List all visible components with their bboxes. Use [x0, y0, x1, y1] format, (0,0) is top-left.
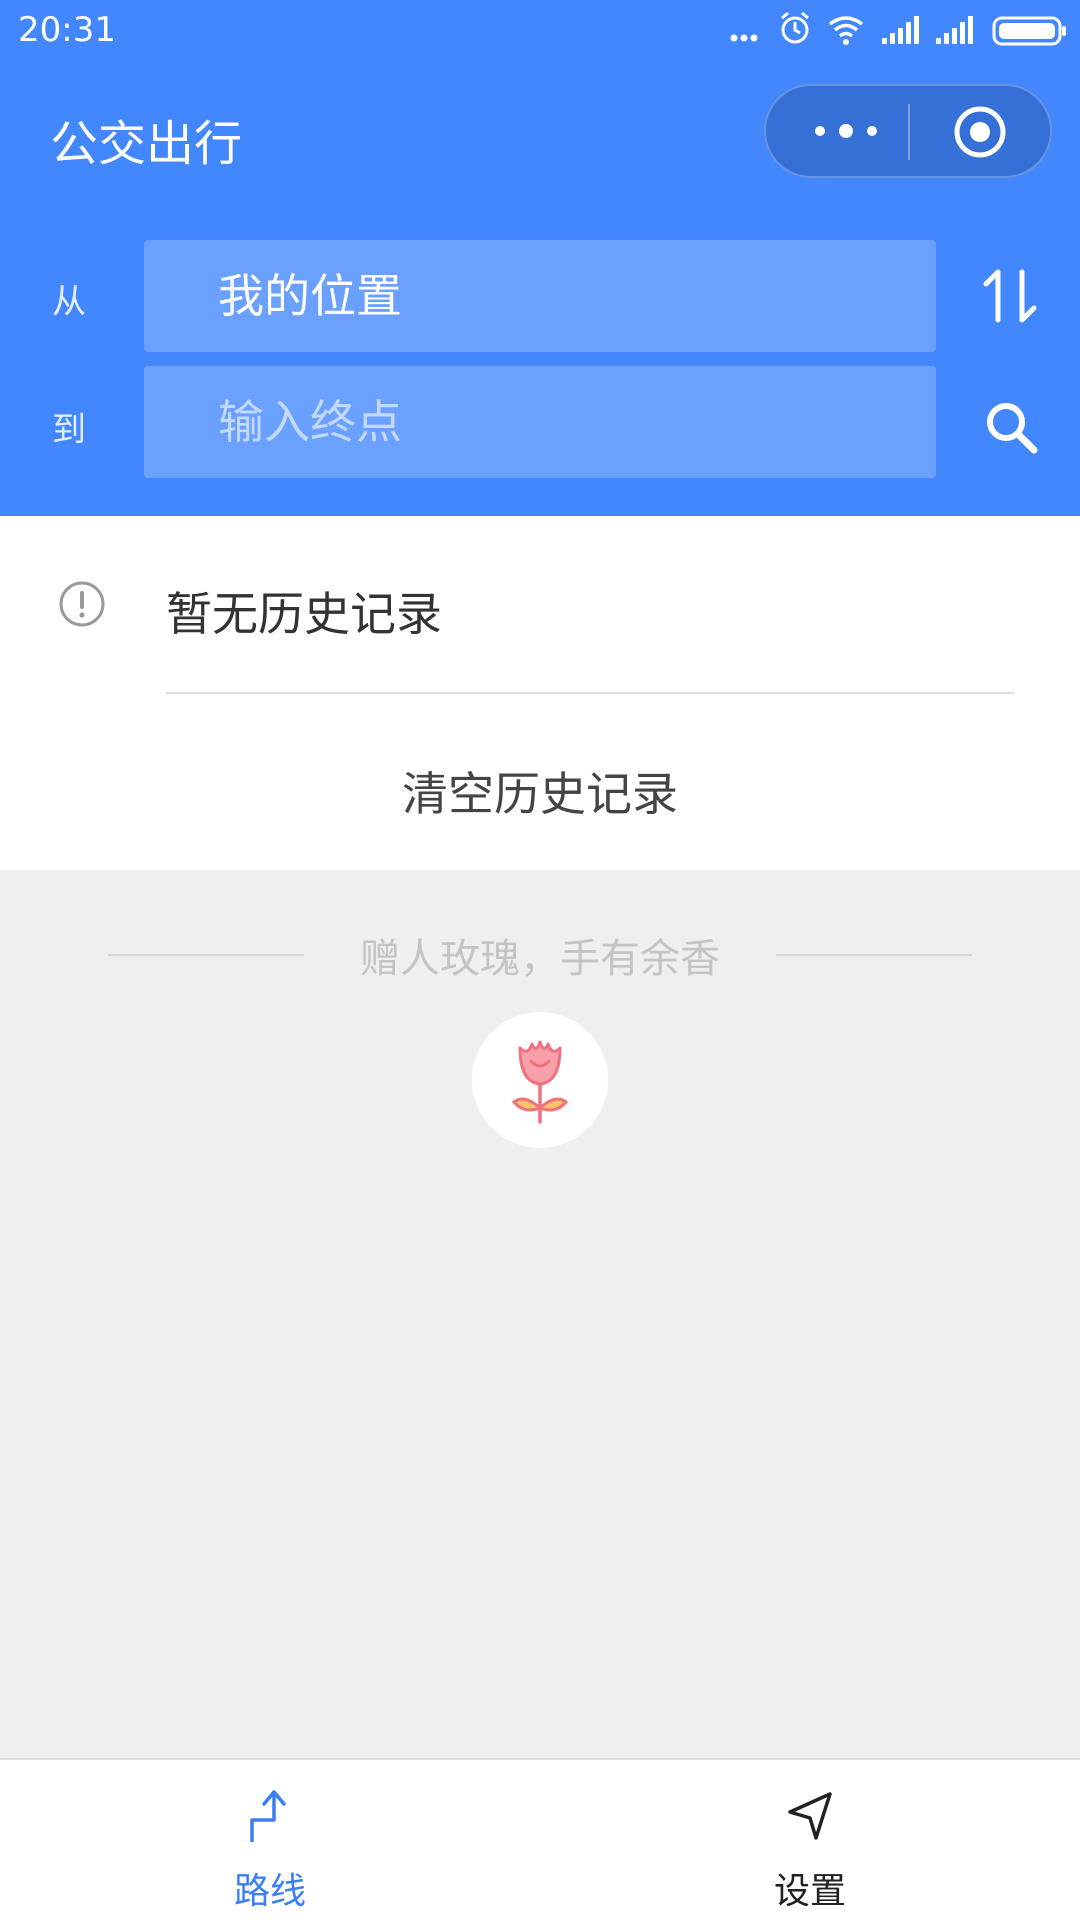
- tab-route-label: 路线: [233, 1871, 306, 1912]
- header: 20:31 公交出行 从 我的位置 到 输入终点: [0, 0, 1080, 516]
- page-title: 公交出行: [50, 116, 243, 172]
- close-target-icon[interactable]: [952, 104, 1008, 160]
- battery-icon: [992, 16, 1066, 46]
- rose-icon: [511, 1040, 569, 1124]
- swap-icon[interactable]: [982, 266, 1038, 326]
- status-icons: [730, 10, 1070, 54]
- slogan-text: 赠人玫瑰，手有余香: [360, 936, 720, 982]
- status-bar: 20:31: [0, 0, 1080, 62]
- alarm-icon: [781, 11, 809, 44]
- capsule-divider: [908, 104, 910, 160]
- clear-history-button[interactable]: 清空历史记录: [0, 758, 1080, 824]
- from-label: 从: [52, 282, 86, 322]
- tab-bar: 路线 设置: [0, 1758, 1080, 1920]
- signal-icon: [882, 16, 919, 44]
- signal-icon-2: [936, 16, 973, 44]
- navigation-arrow-icon: [788, 1792, 832, 1840]
- destination-input[interactable]: 输入终点: [144, 366, 936, 478]
- history-divider: [166, 692, 1014, 694]
- origin-field[interactable]: 我的位置: [144, 240, 936, 352]
- tab-route[interactable]: 路线: [0, 1760, 540, 1920]
- mini-program-capsule: [764, 84, 1052, 178]
- route-icon: [250, 1790, 286, 1842]
- to-label: 到: [52, 410, 86, 450]
- more-dots-icon: [730, 34, 758, 42]
- empty-history-text: 暂无历史记录: [166, 587, 442, 641]
- tab-settings[interactable]: 设置: [540, 1760, 1080, 1920]
- wifi-icon: [828, 16, 864, 45]
- status-time: 20:31: [18, 10, 116, 50]
- info-icon: [59, 581, 105, 627]
- search-icon[interactable]: [984, 400, 1038, 454]
- rose-button[interactable]: [472, 1012, 608, 1148]
- more-options-icon[interactable]: [806, 108, 886, 154]
- history-panel: 暂无历史记录 清空历史记录: [0, 516, 1080, 870]
- tab-settings-label: 设置: [773, 1871, 846, 1912]
